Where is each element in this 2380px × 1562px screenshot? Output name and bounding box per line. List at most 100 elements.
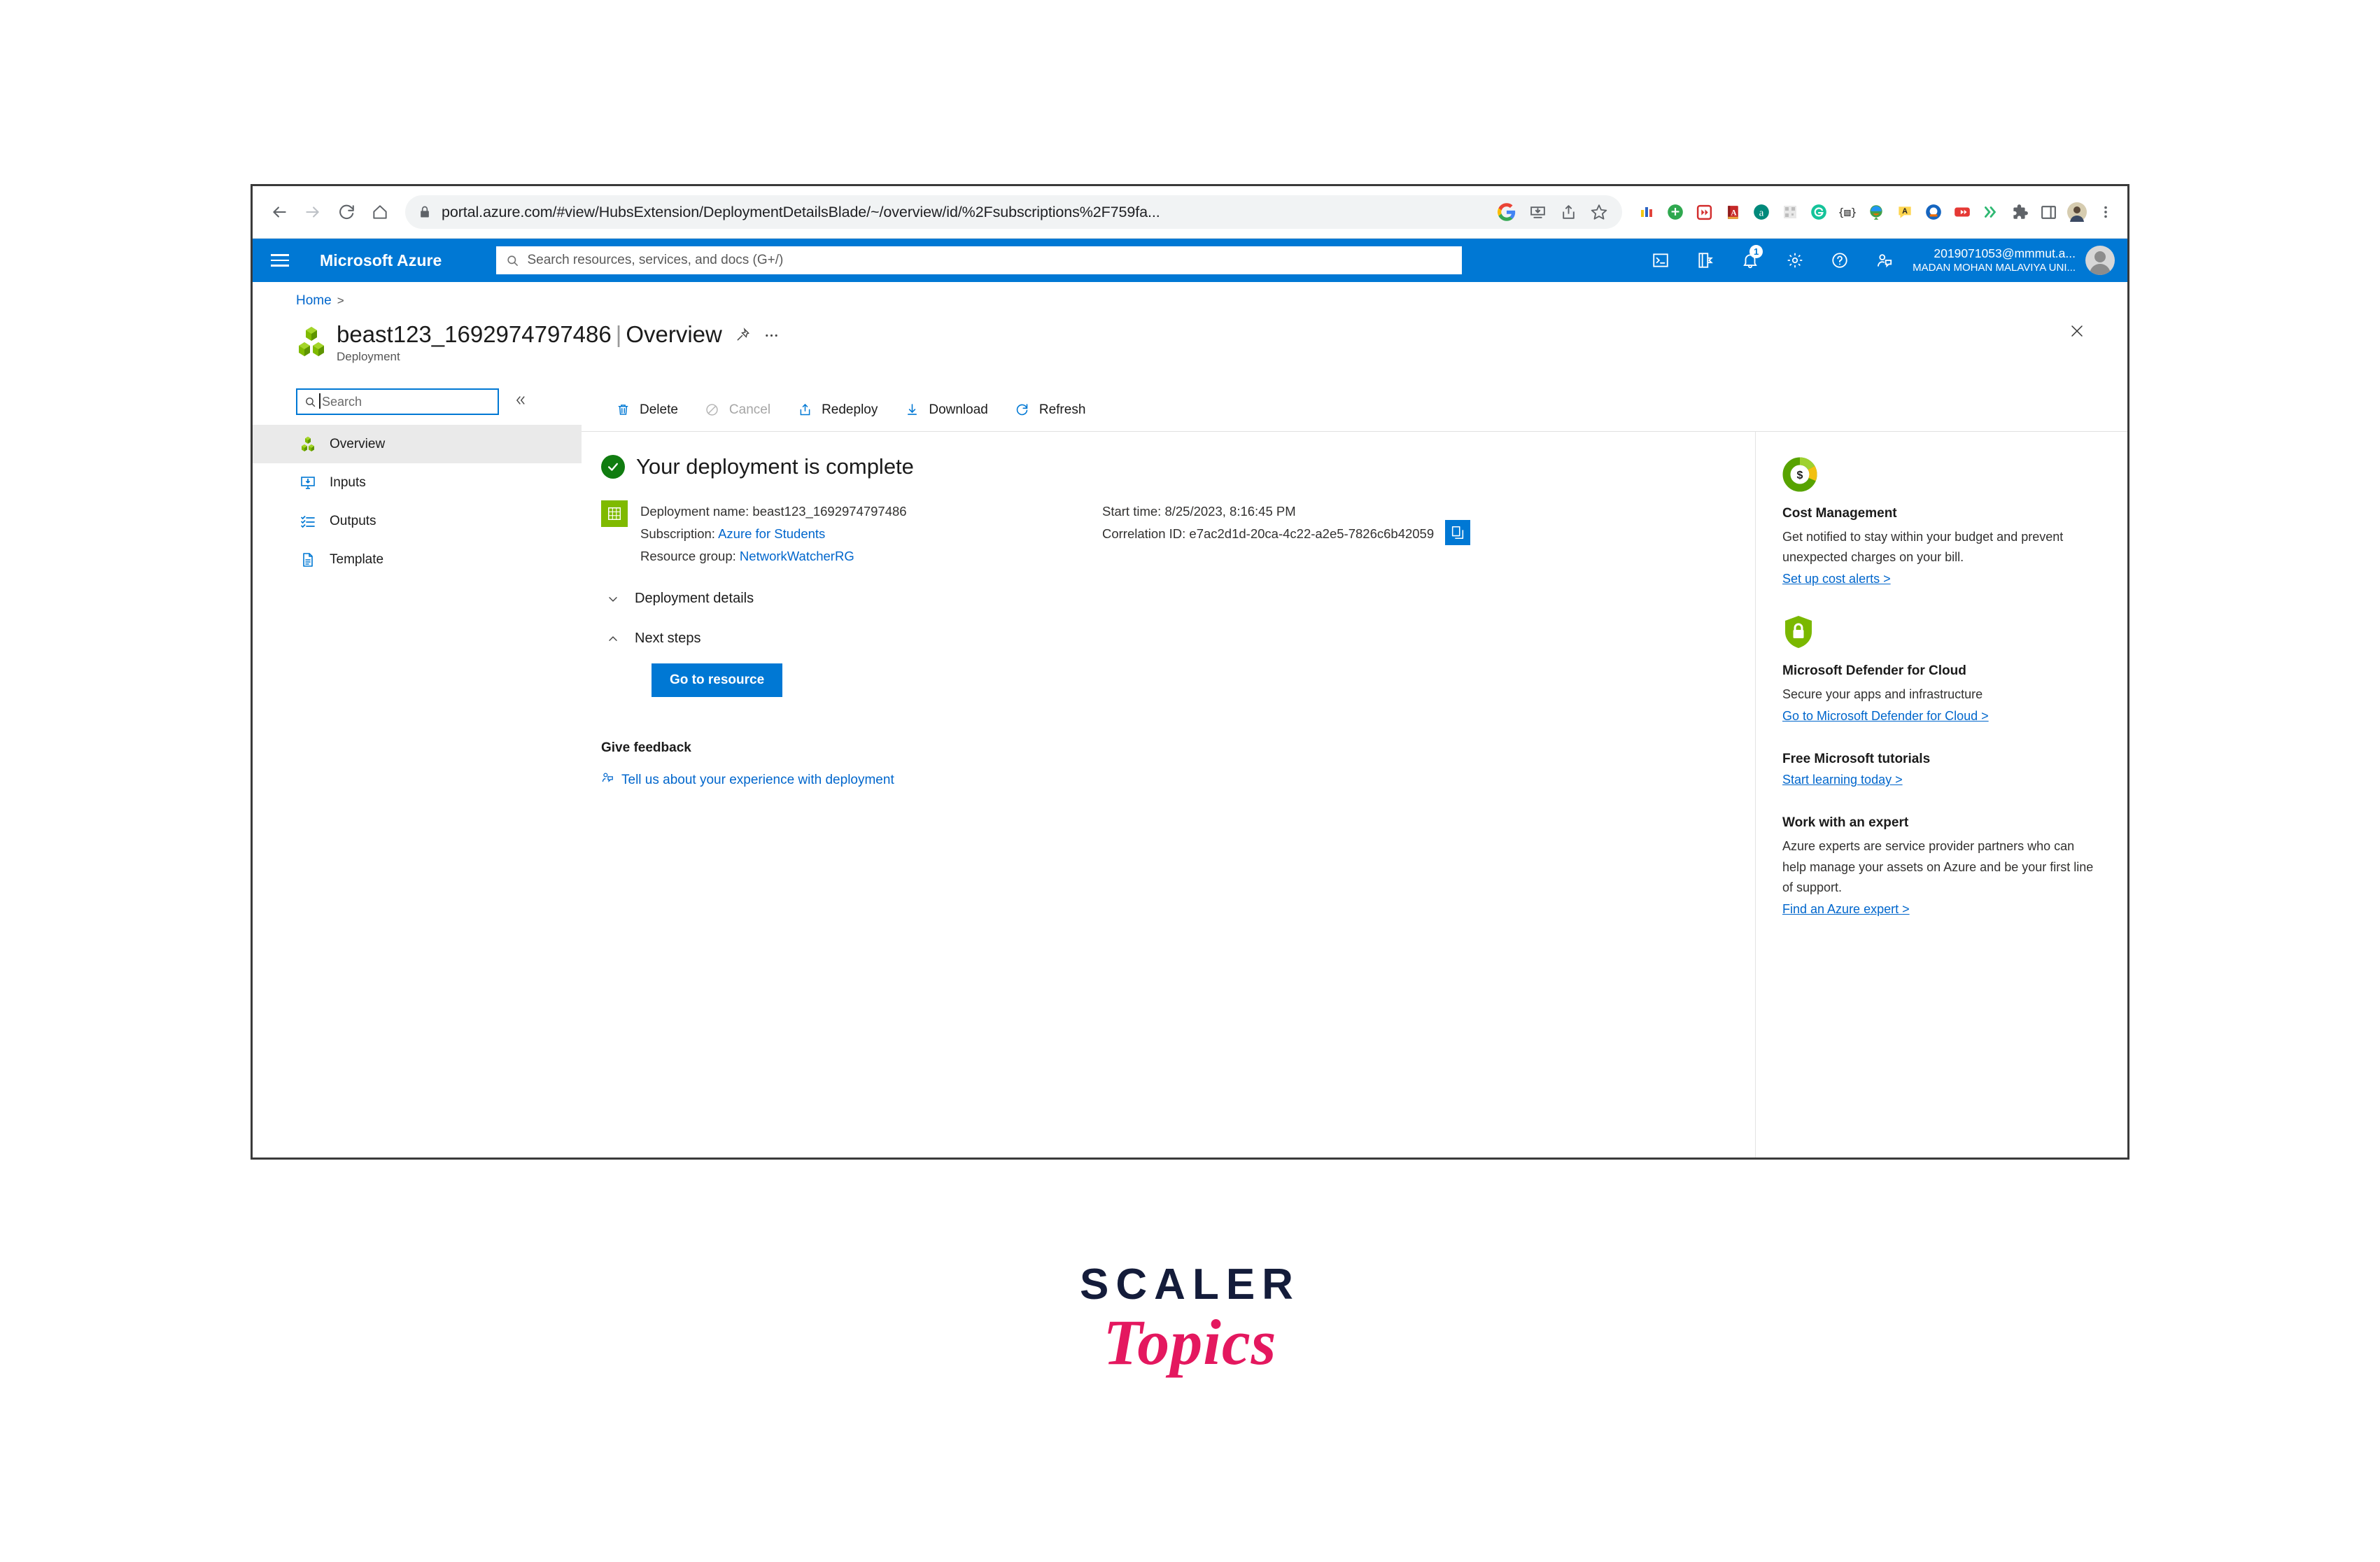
- resource-group-link[interactable]: NetworkWatcherRG: [740, 549, 854, 563]
- redeploy-upload-icon: [796, 402, 814, 417]
- share-icon[interactable]: [1558, 202, 1579, 223]
- sidebar-item-overview[interactable]: Overview: [253, 425, 582, 463]
- sidebar-item-template[interactable]: Template: [253, 540, 582, 579]
- deployment-cubes-icon: [296, 325, 327, 359]
- puzzle-extensions-icon[interactable]: [2009, 202, 2030, 223]
- help-question-icon[interactable]: [1817, 239, 1862, 282]
- cancel-button[interactable]: Cancel: [691, 393, 783, 427]
- green-plus-icon[interactable]: [1665, 202, 1686, 223]
- ellipsis-icon[interactable]: [763, 327, 780, 343]
- copy-icon[interactable]: [1445, 520, 1471, 545]
- expert-card: Work with an expert Azure experts are se…: [1782, 815, 2098, 916]
- account-email: 2019071053@mmmut.a...: [1934, 246, 2076, 260]
- back-arrow-icon[interactable]: [264, 197, 295, 227]
- azure-brand[interactable]: Microsoft Azure: [320, 251, 442, 270]
- feedback-link[interactable]: Tell us about your experience with deplo…: [601, 771, 1755, 789]
- profile-avatar-icon[interactable]: [2066, 202, 2087, 223]
- global-search-input[interactable]: Search resources, services, and docs (G+…: [496, 246, 1463, 274]
- search-input[interactable]: Search: [296, 388, 499, 415]
- defender-body: Secure your apps and infrastructure: [1782, 687, 1983, 702]
- refresh-label: Refresh: [1038, 402, 1086, 417]
- start-learning-link[interactable]: Start learning today >: [1782, 773, 2098, 787]
- account-button[interactable]: 2019071053@mmmut.a... MADAN MOHAN MALAVI…: [1913, 246, 2115, 275]
- svg-text:$: $: [1797, 470, 1803, 481]
- reload-icon[interactable]: [331, 197, 362, 227]
- breadcrumb-home[interactable]: Home: [296, 293, 332, 308]
- go-to-resource-button[interactable]: Go to resource: [652, 663, 783, 698]
- delete-button[interactable]: Delete: [601, 393, 691, 427]
- start-time-row: Start time: 8/25/2023, 8:16:45 PM: [1102, 500, 1434, 523]
- address-bar[interactable]: portal.azure.com/#view/HubsExtension/Dep…: [405, 195, 1622, 229]
- hamburger-icon[interactable]: [271, 254, 299, 267]
- green-chevrons-icon[interactable]: [1980, 202, 2001, 223]
- main-content: Your deployment is complete Deployment n…: [582, 432, 1755, 1158]
- redeploy-button[interactable]: Redeploy: [783, 393, 890, 427]
- header-icon-group: 1 2019071053@mmmut.a... MADAN MOHAN MALA…: [1638, 239, 2127, 282]
- yellow-speech-bubble-icon[interactable]: A: [1894, 202, 1915, 223]
- sidebar-item-inputs[interactable]: Inputs: [253, 463, 582, 502]
- red-dictionary-icon[interactable]: A: [1722, 202, 1743, 223]
- bookmark-star-icon[interactable]: [1589, 202, 1610, 223]
- page-title-view: Overview: [626, 321, 722, 347]
- lock-icon: [418, 205, 432, 219]
- color-bars-icon[interactable]: [1636, 202, 1657, 223]
- directories-subscriptions-icon[interactable]: [1683, 239, 1728, 282]
- scaler-wordmark: SCALER: [1080, 1260, 1300, 1309]
- expert-heading: Work with an expert: [1782, 815, 1909, 831]
- start-time-value: 8/25/2023, 8:16:45 PM: [1164, 504, 1296, 519]
- deployment-name-row: Deployment name: beast123_1692974797486: [640, 500, 1102, 523]
- side-panel-icon[interactable]: [2038, 202, 2059, 223]
- find-expert-link[interactable]: Find an Azure expert >: [1782, 902, 2098, 917]
- feedback-icon[interactable]: [1862, 239, 1907, 282]
- breadcrumb-separator: >: [337, 294, 344, 307]
- go-to-defender-link[interactable]: Go to Microsoft Defender for Cloud >: [1782, 709, 2098, 724]
- title-texts: beast123_1692974797486 | Overview Deployme…: [337, 321, 780, 364]
- account-org: MADAN MOHAN MALAVIYA UNI...: [1913, 261, 2076, 274]
- set-up-cost-alerts-link[interactable]: Set up cost alerts >: [1782, 572, 2098, 586]
- give-feedback-heading: Give feedback: [601, 740, 691, 756]
- download-label: Download: [929, 402, 988, 417]
- defender-card: Microsoft Defender for Cloud Secure your…: [1782, 614, 2098, 724]
- grammarly-icon[interactable]: [1808, 202, 1829, 223]
- cloud-shell-icon[interactable]: [1638, 239, 1683, 282]
- youtube-downloader-icon[interactable]: [1952, 202, 1973, 223]
- blade-left-nav: Search Overview Inputs Outputs Template: [253, 388, 582, 1158]
- command-bar: Delete Cancel Redeploy Download Refresh: [582, 388, 2127, 432]
- blue-ring-icon[interactable]: [1923, 202, 1944, 223]
- svg-text:A: A: [1902, 207, 1908, 216]
- subscription-link[interactable]: Azure for Students: [718, 526, 825, 541]
- install-app-icon[interactable]: [1527, 202, 1548, 223]
- sidebar-item-outputs[interactable]: Outputs: [253, 502, 582, 540]
- sidebar-item-label: Outputs: [330, 513, 376, 528]
- deployment-grid-icon: [601, 500, 628, 527]
- tutorials-heading: Free Microsoft tutorials: [1782, 752, 1931, 767]
- forward-arrow-icon[interactable]: [297, 197, 328, 227]
- chrome-menu-icon[interactable]: [2095, 202, 2116, 223]
- svg-text:a: a: [1759, 206, 1764, 218]
- qr-code-icon[interactable]: [1780, 202, 1801, 223]
- next-steps-section[interactable]: Next steps: [601, 631, 1755, 647]
- pin-icon[interactable]: [735, 327, 751, 343]
- idm-globe-icon[interactable]: [1866, 202, 1887, 223]
- start-time-label: Start time:: [1102, 504, 1162, 519]
- trash-icon: [614, 402, 632, 417]
- red-fast-forward-icon[interactable]: [1694, 202, 1714, 223]
- next-steps-label: Next steps: [635, 631, 701, 647]
- refresh-button[interactable]: Refresh: [1001, 393, 1099, 427]
- teal-a-icon[interactable]: a: [1751, 202, 1772, 223]
- sidebar-item-label: Inputs: [330, 474, 366, 490]
- page-title-divider: |: [615, 321, 622, 347]
- sidebar-item-label: Template: [330, 551, 384, 567]
- topics-wordmark: Topics: [1103, 1307, 1277, 1378]
- close-icon[interactable]: [2063, 317, 2091, 345]
- home-icon[interactable]: [365, 197, 395, 227]
- brackets-icon[interactable]: {▤}: [1837, 202, 1858, 223]
- deployment-details-section[interactable]: Deployment details: [601, 591, 1755, 607]
- breadcrumb: Home >: [253, 282, 2127, 309]
- download-button[interactable]: Download: [890, 393, 1001, 427]
- notifications-bell-icon[interactable]: 1: [1728, 239, 1773, 282]
- double-chevron-left-icon[interactable]: [513, 393, 527, 410]
- feedback-person-icon: [601, 771, 614, 789]
- google-icon[interactable]: [1496, 202, 1517, 223]
- settings-gear-icon[interactable]: [1773, 239, 1817, 282]
